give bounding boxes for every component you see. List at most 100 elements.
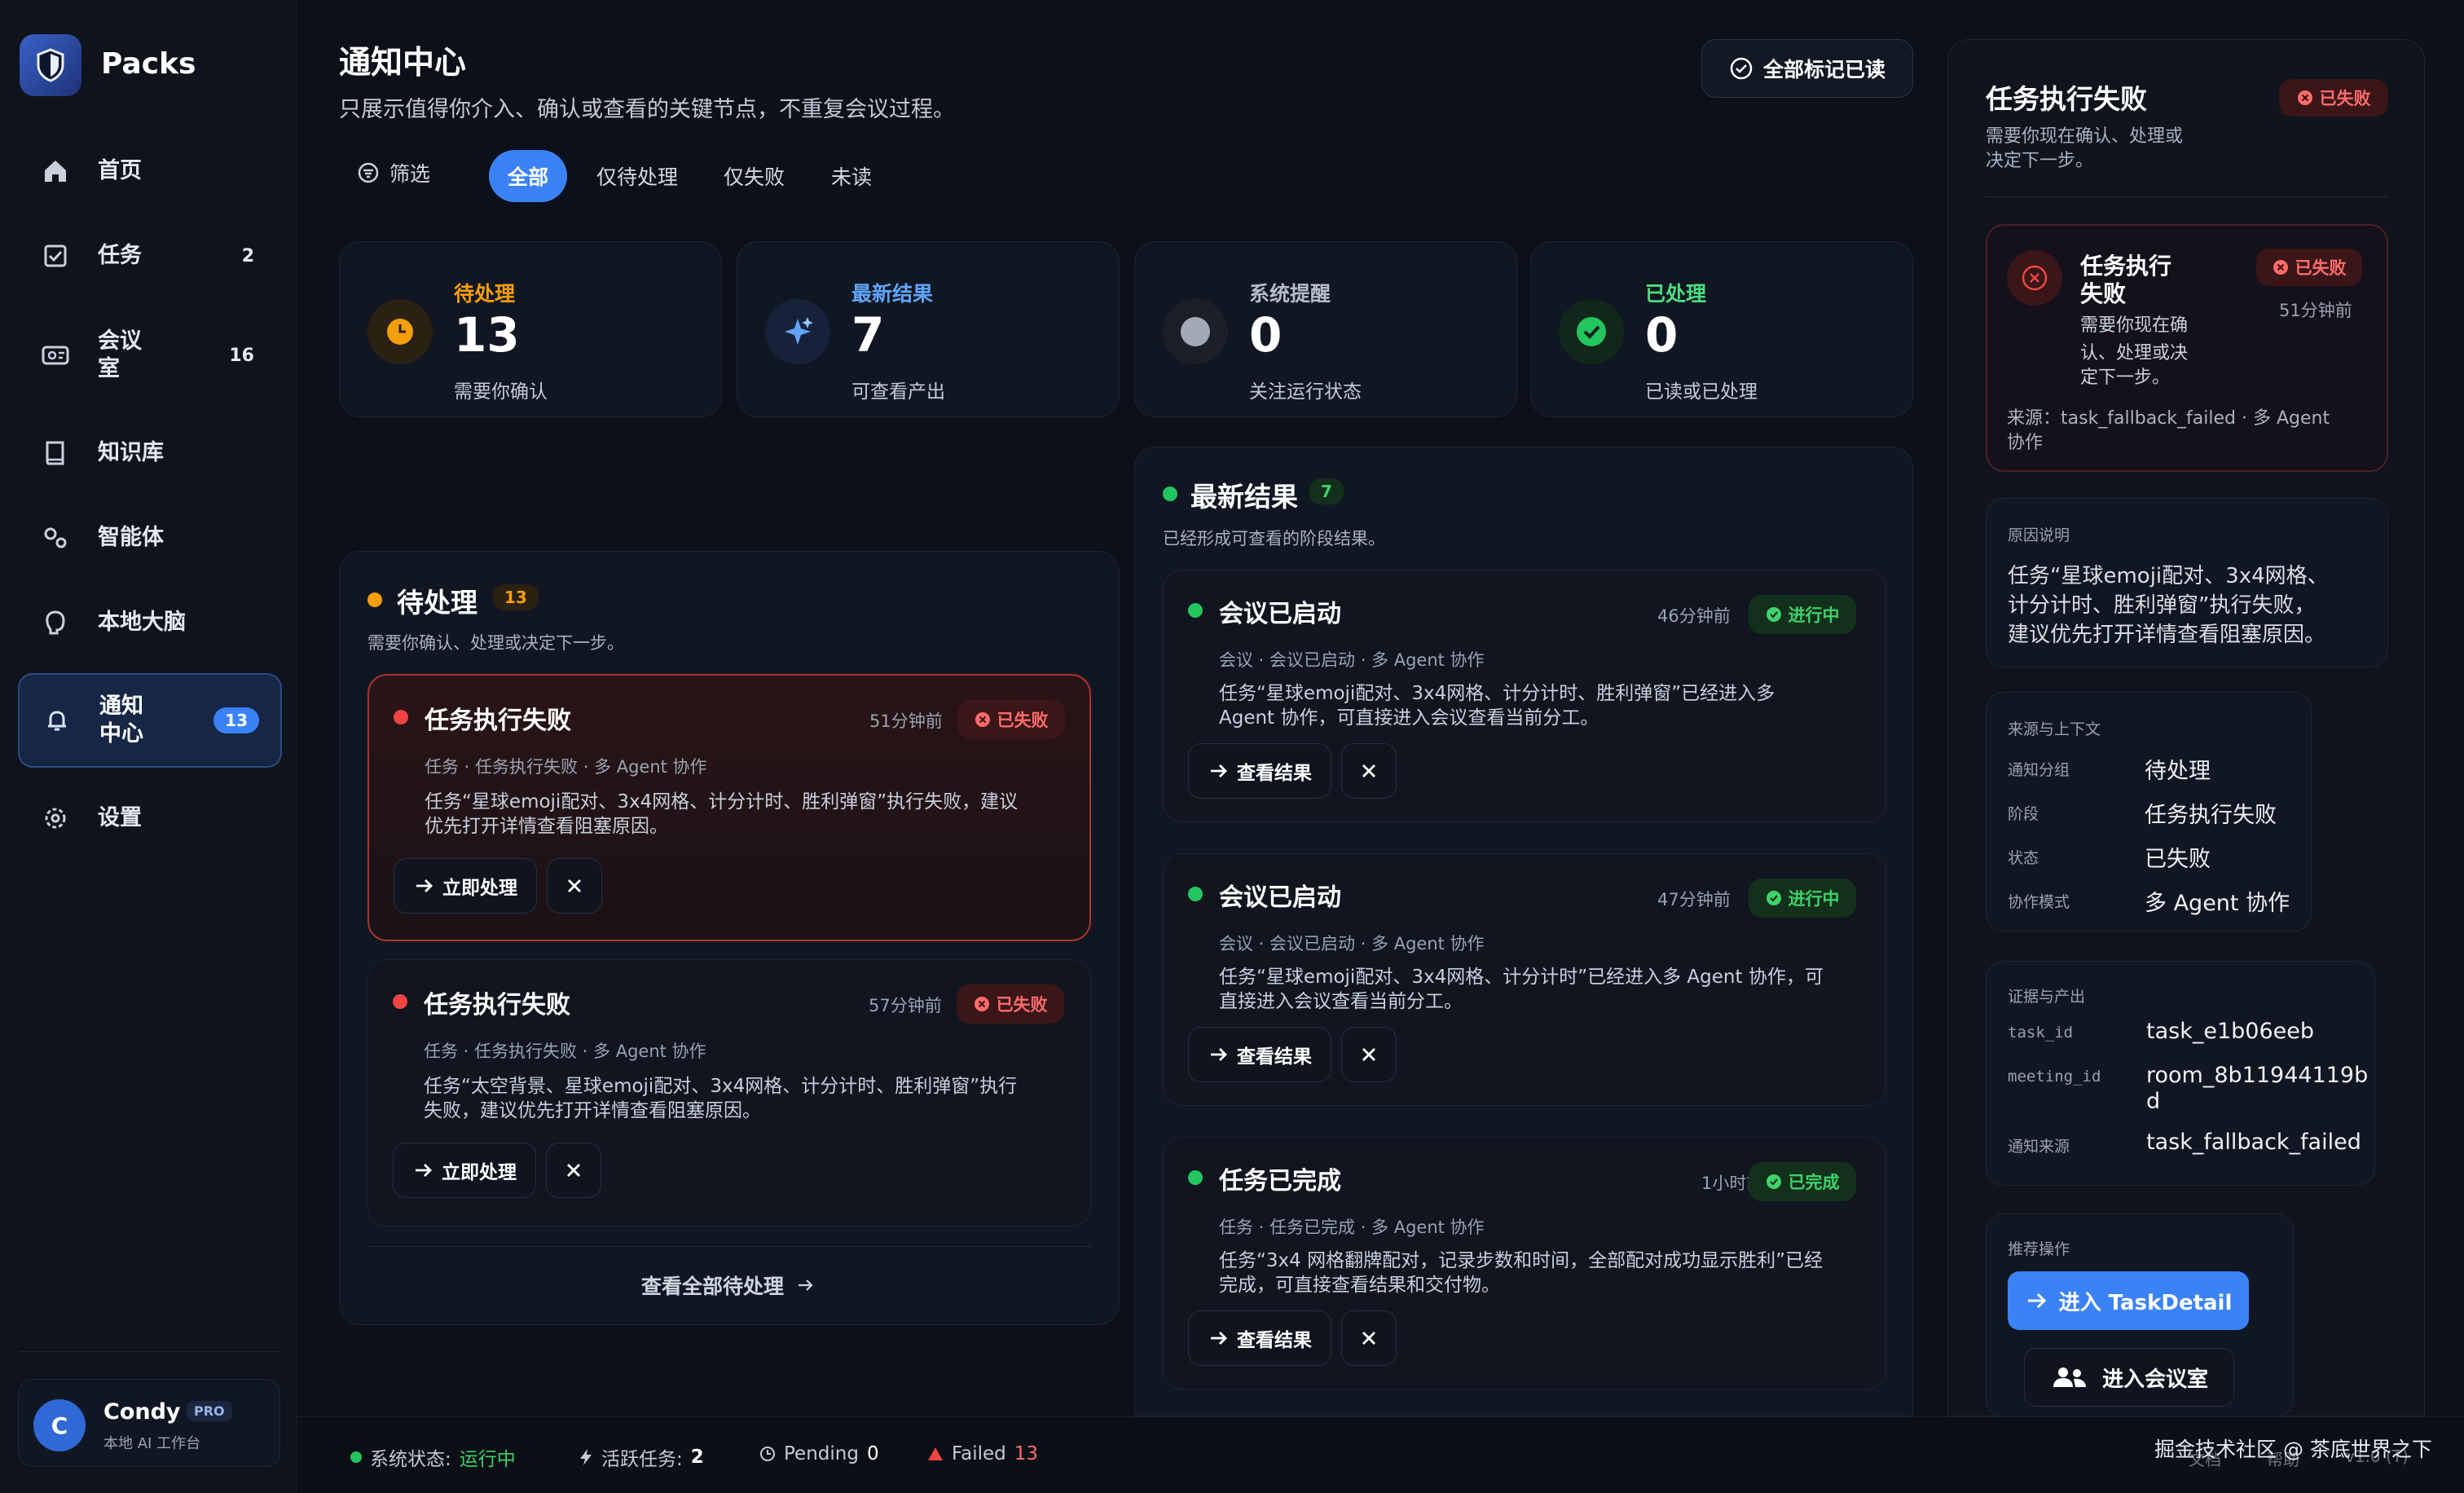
active-tasks-value: 2	[690, 1447, 704, 1468]
bolt-icon	[580, 1449, 592, 1465]
meeting-id-value-line1[interactable]: room_8b11944119b	[2146, 1063, 2368, 1088]
item-desc-line1: 任务“3x4 网格翻牌配对，记录步数和时间，全部配对成功显示胜利”已经	[1219, 1250, 1824, 1271]
reason-line1: 任务“星球emoji配对、3x4网格、	[2008, 564, 2329, 588]
meeting-icon	[42, 346, 69, 365]
stat-card-pending[interactable]: 待处理 13 需要你确认	[339, 241, 722, 417]
stat-card-results[interactable]: 最新结果 7 可查看产出	[737, 241, 1120, 417]
item-time: 51分钟前	[869, 711, 943, 731]
sidebar-item-agents[interactable]: 智能体	[18, 499, 282, 577]
detail-subtitle-line2: 决定下一步。	[1986, 151, 2094, 171]
filter-icon	[358, 162, 379, 183]
system-status: 系统状态: 运行中	[350, 1443, 516, 1471]
card-desc-line3: 定下一步。	[2080, 368, 2171, 388]
view-result-button[interactable]: 查看结果	[1188, 1310, 1331, 1366]
arrow-right-icon	[416, 879, 433, 892]
status-badge: 进行中	[1749, 879, 1856, 918]
page-title: 通知中心	[339, 45, 467, 81]
status-dot	[350, 1451, 362, 1463]
brain-icon	[46, 610, 65, 635]
stat-card-system[interactable]: 系统提醒 0 关注运行状态	[1134, 241, 1517, 417]
stat-card-done[interactable]: 已处理 0 已读或已处理	[1530, 241, 1913, 417]
sidebar-item-settings[interactable]: 设置	[18, 779, 282, 857]
dismiss-button[interactable]	[1341, 743, 1397, 799]
active-tasks-label: 活跃任务:	[601, 1449, 683, 1470]
sidebar-item-home[interactable]: 首页	[18, 132, 282, 210]
notification-item[interactable]: 会议已启动 47分钟前 进行中 会议 · 会议已启动 · 多 Agent 协作 …	[1163, 853, 1886, 1106]
status-badge: 已失败	[957, 700, 1065, 739]
reason-line2: 计分计时、胜利弹窗”执行失败，	[2008, 593, 2316, 618]
tab-unread[interactable]: 未读	[831, 161, 872, 191]
dismiss-button[interactable]	[547, 858, 602, 914]
context-key: 通知分组	[2008, 761, 2070, 779]
item-time: 46分钟前	[1657, 606, 1731, 626]
dismiss-button[interactable]	[1341, 1310, 1397, 1366]
pending-label: Pending	[784, 1443, 859, 1464]
notification-item[interactable]: 任务执行失败 57分钟前 已失败 任务 · 任务执行失败 · 多 Agent 协…	[367, 959, 1091, 1227]
user-card[interactable]: C Condy PRO 本地 AI 工作台	[18, 1379, 280, 1467]
count-badge: 13	[493, 584, 539, 610]
dismiss-button[interactable]	[546, 1143, 601, 1198]
view-all-label: 查看全部待处理	[641, 1275, 785, 1298]
x-circle-icon	[974, 997, 989, 1011]
book-icon	[46, 441, 64, 465]
section-title: 待处理	[397, 587, 477, 619]
notification-item[interactable]: 任务已完成 1小时前 已完成 任务 · 任务已完成 · 多 Agent 协作 任…	[1163, 1137, 1886, 1390]
view-result-button[interactable]: 查看结果	[1188, 1027, 1331, 1082]
divider	[1986, 196, 2388, 197]
count-badge: 7	[1309, 478, 1344, 504]
enter-meeting-room-button[interactable]: 进入会议室	[2024, 1348, 2234, 1407]
actions-card: 推荐操作 进入 TaskDetail 进入会议室	[1986, 1213, 2294, 1417]
close-icon	[567, 1164, 580, 1177]
status-badge: 已失败	[2279, 79, 2388, 117]
x-circle-icon	[2273, 260, 2288, 275]
action-label: 查看结果	[1237, 763, 1312, 784]
sidebar-item-notifications[interactable]: 通知 中心 13	[18, 673, 282, 768]
mark-all-read-button[interactable]: 全部标记已读	[1701, 39, 1913, 98]
gears-icon	[44, 527, 67, 548]
detail-title: 任务执行失败	[1986, 83, 2147, 115]
context-value: 多 Agent 协作	[2145, 891, 2290, 916]
sidebar-item-tasks[interactable]: 任务 2	[18, 217, 282, 295]
open-taskdetail-button[interactable]: 进入 TaskDetail	[2008, 1271, 2249, 1330]
sidebar-item-label: 智能体	[98, 525, 164, 550]
meeting-id-value-line2[interactable]: d	[2146, 1089, 2160, 1114]
tab-failed-only[interactable]: 仅失败	[724, 161, 785, 191]
evidence-key: 通知来源	[2008, 1138, 2070, 1156]
status-badge: 已失败	[957, 984, 1064, 1024]
notification-item[interactable]: 会议已启动 46分钟前 进行中 会议 · 会议已启动 · 多 Agent 协作 …	[1163, 570, 1886, 822]
dismiss-button[interactable]	[1341, 1027, 1397, 1082]
status-badge-label: 已完成	[1788, 1173, 1840, 1192]
section-subtitle: 已经形成可查看的阶段结果。	[1163, 529, 1385, 548]
view-result-button[interactable]: 查看结果	[1188, 743, 1331, 799]
status-badge-label: 进行中	[1788, 889, 1840, 909]
status-dot	[1188, 1170, 1203, 1185]
filter-button[interactable]: 筛选	[357, 158, 430, 187]
reason-line3: 建议优先打开详情查看阻塞原因。	[2008, 623, 2326, 647]
sidebar-item-label: 首页	[98, 158, 142, 183]
stat-value: 0	[1249, 307, 1283, 363]
sidebar-item-brain[interactable]: 本地大脑	[18, 584, 282, 662]
sidebar-item-meeting[interactable]: 会议 室 16	[18, 316, 282, 394]
x-circle-icon	[975, 712, 990, 727]
task-id-value[interactable]: task_e1b06eeb	[2146, 1019, 2314, 1044]
item-time: 47分钟前	[1657, 890, 1731, 909]
notification-item[interactable]: 任务执行失败 51分钟前 已失败 任务 · 任务执行失败 · 多 Agent 协…	[367, 674, 1091, 941]
tab-all[interactable]: 全部	[489, 150, 567, 202]
arrow-right-icon	[799, 1279, 813, 1291]
status-badge-label: 已失败	[2295, 258, 2347, 278]
status-bar: 系统状态: 运行中 活跃任务: 2 Pending 0 Failed 13 文档…	[297, 1416, 2464, 1493]
status-dot	[393, 994, 407, 1009]
item-desc-line1: 任务“太空背景、星球emoji配对、3x4网格、计分计时、胜利弹窗”执行	[424, 1076, 1018, 1097]
context-key: 阶段	[2008, 805, 2039, 823]
item-desc-line1: 任务“星球emoji配对、3x4网格、计分计时”已经进入多 Agent 协作，可	[1219, 967, 1824, 988]
view-all-pending-link[interactable]: 查看全部待处理	[641, 1271, 815, 1300]
x-circle-icon	[2007, 250, 2062, 306]
handle-now-button[interactable]: 立即处理	[393, 1143, 536, 1198]
card-time: 51分钟前	[2279, 301, 2352, 320]
tab-pending-only[interactable]: 仅待处理	[596, 161, 678, 191]
evidence-key: meeting_id	[2008, 1068, 2101, 1086]
divider	[367, 1246, 1091, 1247]
handle-now-button[interactable]: 立即处理	[394, 858, 537, 914]
sidebar-item-knowledge[interactable]: 知识库	[18, 414, 282, 492]
summary-card[interactable]: 任务执行 失败 已失败 51分钟前 需要你现在确 认、处理或决 定下一步。 来源…	[1986, 224, 2388, 472]
